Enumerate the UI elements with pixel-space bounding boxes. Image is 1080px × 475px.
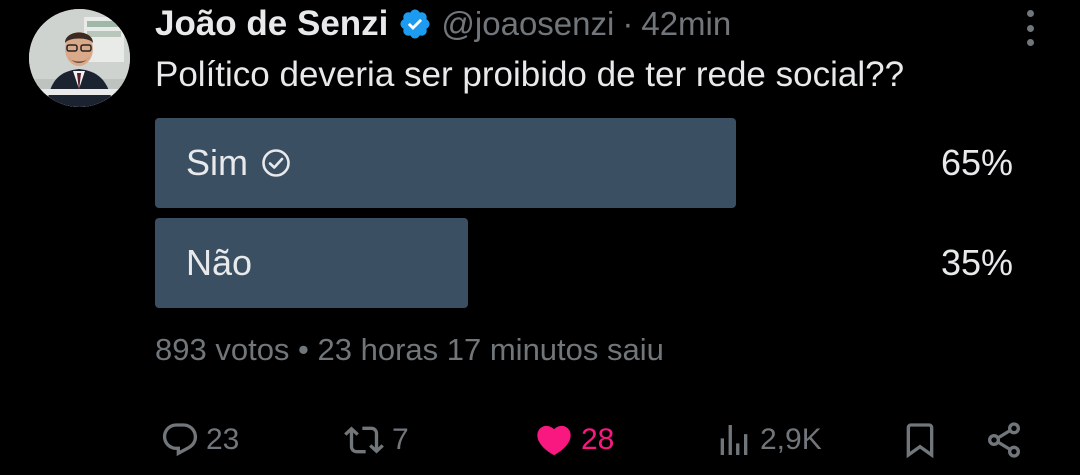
author-handle[interactable]: @joaosenzi [441,5,614,43]
tweet: João de Senzi @joaosenzi · 42min Polític… [0,0,1080,475]
poll: Sim 65% Não 35% [155,118,1025,318]
reply-count: 23 [206,423,240,456]
poll-option-label: Sim [186,142,248,183]
share-button[interactable] [984,415,1024,465]
header-separator: · [622,5,634,42]
poll-option-label-container: Sim [186,118,292,208]
poll-option-sim: Sim 65% [155,118,1025,208]
retweet-count: 7 [392,423,409,456]
poll-option-label: Não [186,242,253,283]
author-name[interactable]: João de Senzi [155,4,388,44]
retweet-icon [342,420,386,460]
tweet-header: João de Senzi @joaosenzi · 42min [155,4,731,44]
views-button[interactable]: 2,9K [714,415,822,465]
bookmark-button[interactable] [900,415,940,465]
reply-button[interactable]: 23 [160,415,239,465]
check-circle-icon [260,147,292,179]
poll-option-nao: Não 35% [155,218,1025,308]
reply-icon [160,420,200,460]
poll-option-percent: 35% [940,242,1013,283]
like-count: 28 [581,423,615,456]
tweet-text: Político deveria ser proibido de ter red… [155,55,905,94]
like-button[interactable]: 28 [533,415,614,465]
avatar[interactable] [29,9,130,107]
poll-option-percent: 65% [940,142,1013,183]
verified-badge-icon [398,7,432,41]
tweet-timestamp[interactable]: 42min [641,5,731,43]
poll-meta: 893 votos • 23 horas 17 minutos saiu [155,332,664,367]
action-bar: 23 7 28 2,9K [0,415,1080,465]
bookmark-icon [900,420,940,460]
heart-icon [533,420,575,460]
retweet-button[interactable]: 7 [342,415,409,465]
views-icon [714,420,754,460]
views-count: 2,9K [760,423,822,456]
more-options-icon[interactable] [1018,10,1042,46]
share-icon [984,420,1024,460]
poll-option-label-container: Não [186,218,252,308]
